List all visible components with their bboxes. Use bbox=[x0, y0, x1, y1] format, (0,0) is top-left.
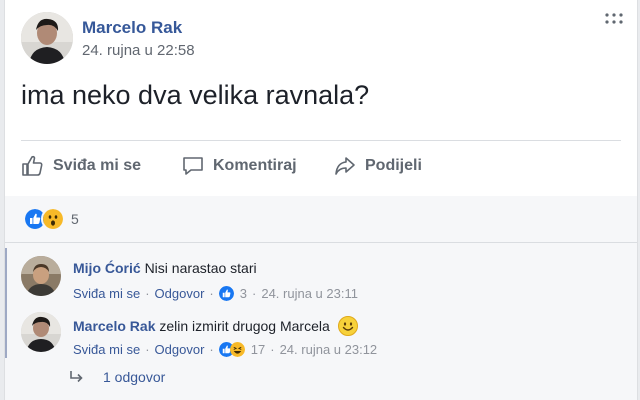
comment-like-link[interactable]: Sviđa mi se bbox=[73, 342, 140, 357]
like-button[interactable]: Sviđa mi se bbox=[21, 148, 141, 184]
share-icon bbox=[335, 157, 355, 175]
view-replies-link[interactable]: 1 odgovor bbox=[69, 369, 165, 385]
comment-timestamp[interactable]: 24. rujna u 23:12 bbox=[280, 342, 378, 357]
comment-actions: Sviđa mi se · Odgovor · 17 · 24. rujna u… bbox=[73, 342, 378, 357]
comments-section: 5 Mijo Ćorić Nisi narastao stari Sviđa m… bbox=[5, 196, 637, 400]
reactions-summary[interactable]: 5 bbox=[23, 207, 79, 231]
comment-author[interactable]: Marcelo Rak bbox=[73, 318, 155, 334]
comment-timestamp[interactable]: 24. rujna u 23:11 bbox=[261, 286, 358, 301]
post-timestamp[interactable]: 24. rujna u 22:58 bbox=[82, 42, 195, 59]
comment-reaction-count[interactable]: 3 bbox=[240, 286, 247, 301]
divider bbox=[21, 140, 621, 141]
post-actions-bar: Sviđa mi se Komentiraj Podijeli bbox=[21, 148, 621, 184]
commenter-avatar[interactable] bbox=[21, 256, 61, 296]
comment-button[interactable]: Komentiraj bbox=[181, 148, 297, 184]
comment-text: zelin izmirit drugog Marcela bbox=[159, 318, 330, 334]
comment-actions: Sviđa mi se · Odgovor · 3 · 24. rujna u … bbox=[73, 286, 358, 301]
share-button[interactable]: Podijeli bbox=[333, 148, 422, 184]
comment-icon bbox=[183, 157, 203, 175]
comment-button-label: Komentiraj bbox=[213, 157, 297, 174]
haha-icon bbox=[229, 342, 245, 357]
comment-body: Marcelo Rak zelin izmirit drugog Marcela bbox=[73, 316, 358, 336]
share-button-label: Podijeli bbox=[365, 157, 422, 174]
comment-author[interactable]: Mijo Ćorić bbox=[73, 260, 141, 276]
like-button-label: Sviđa mi se bbox=[53, 157, 142, 174]
divider bbox=[5, 242, 637, 243]
like-icon bbox=[218, 286, 234, 301]
comment-like-link[interactable]: Sviđa mi se bbox=[73, 286, 140, 301]
reaction-count: 5 bbox=[71, 211, 79, 227]
thumbs-up-icon bbox=[22, 155, 43, 176]
comment-body: Mijo Ćorić Nisi narastao stari bbox=[73, 260, 257, 276]
comment-text: Nisi narastao stari bbox=[144, 260, 257, 276]
smile-emoji-icon bbox=[337, 316, 358, 336]
more-options-icon[interactable] bbox=[603, 12, 625, 26]
comment-reply-link[interactable]: Odgovor bbox=[155, 286, 205, 301]
comment-reply-link[interactable]: Odgovor bbox=[155, 342, 205, 357]
post-author-name[interactable]: Marcelo Rak bbox=[82, 18, 182, 38]
comments-highlight-bar bbox=[5, 248, 7, 358]
post-text: ima neko dva velika ravnala? bbox=[21, 80, 370, 110]
reply-arrow-icon bbox=[70, 371, 83, 383]
author-avatar[interactable] bbox=[21, 12, 73, 64]
commenter-avatar[interactable] bbox=[21, 312, 61, 352]
replies-count-label: 1 odgovor bbox=[103, 369, 166, 385]
post-card: Marcelo Rak 24. rujna u 22:58 ima neko d… bbox=[4, 0, 638, 400]
comment-reaction-count[interactable]: 17 bbox=[251, 342, 265, 357]
wow-icon bbox=[41, 207, 65, 231]
